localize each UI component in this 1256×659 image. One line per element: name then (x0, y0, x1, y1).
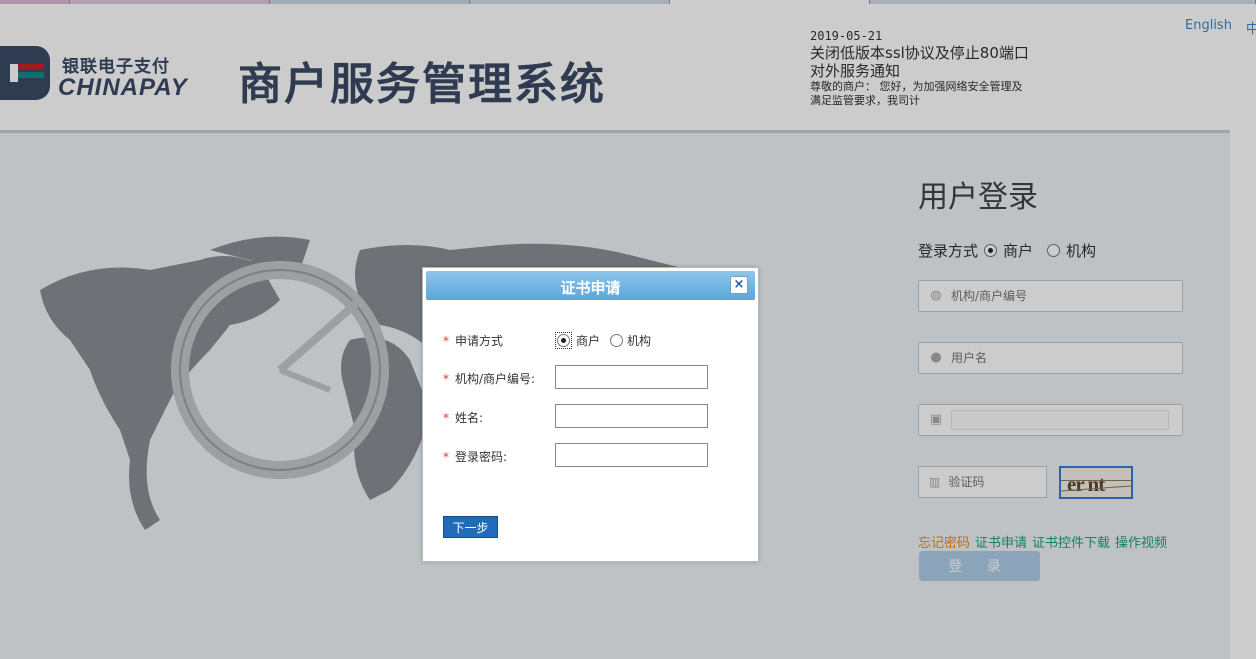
name-row: * 姓名: (443, 409, 555, 426)
dialog-name-input[interactable] (555, 404, 708, 428)
apply-mode-org-label: 机构 (627, 334, 652, 348)
dialog-password-input[interactable] (555, 443, 708, 467)
next-step-button[interactable]: 下一步 (443, 516, 498, 538)
org-id-label: 机构/商户编号: (455, 372, 536, 386)
password-label: 登录密码: (455, 450, 508, 464)
apply-mode-group: 商户 机构 (555, 332, 651, 349)
cert-apply-dialog: 证书申请 × * 申请方式 商户 机构 * 机构/商户编号: * 姓名: * 登… (422, 267, 759, 562)
apply-mode-merchant-radio[interactable] (557, 334, 570, 347)
apply-mode-org-radio[interactable] (610, 334, 624, 347)
dialog-org-id-input[interactable] (555, 365, 708, 389)
close-icon[interactable]: × (730, 276, 748, 294)
password-row: * 登录密码: (443, 448, 555, 465)
dialog-header: 证书申请 × (426, 271, 755, 300)
apply-mode-merchant-label: 商户 (576, 334, 601, 348)
org-id-row: * 机构/商户编号: (443, 370, 555, 387)
apply-mode-row: * 申请方式 (443, 332, 555, 349)
dialog-title: 证书申请 (560, 279, 621, 297)
name-label: 姓名: (455, 411, 484, 425)
apply-mode-label: 申请方式 (455, 334, 504, 348)
